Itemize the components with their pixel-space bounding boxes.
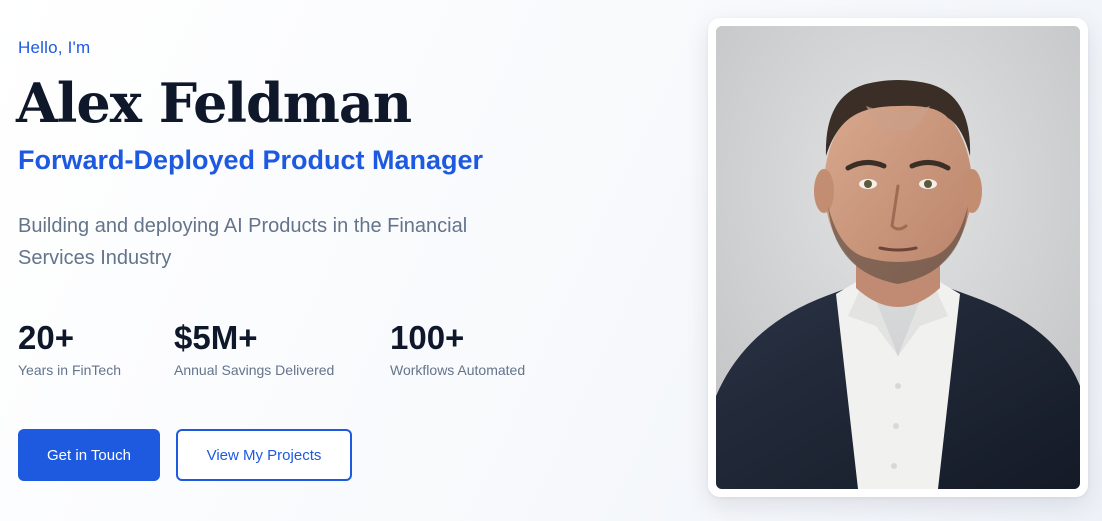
hero-role: Forward-Deployed Product Manager	[18, 145, 484, 175]
stat-years: 20+ Years in FinTech	[18, 318, 121, 378]
stat-label: Years in FinTech	[18, 362, 121, 378]
portrait-illustration	[716, 26, 1080, 489]
get-in-touch-button[interactable]: Get in Touch	[18, 429, 160, 481]
profile-photo-card	[708, 18, 1088, 497]
stat-workflows: 100+ Workflows Automated	[390, 318, 525, 378]
stats-row: 20+ Years in FinTech $5M+ Annual Savings…	[18, 318, 618, 388]
hero-name: Alex Feldman	[16, 71, 412, 135]
stat-value: 20+	[18, 319, 74, 356]
stat-value: $5M+	[174, 319, 258, 356]
stat-savings: $5M+ Annual Savings Delivered	[174, 318, 334, 378]
hero-intro: Hello, I'm Alex Feldman Forward-Deployed…	[16, 0, 638, 521]
portrait-photo	[716, 26, 1080, 489]
greeting: Hello, I'm	[18, 38, 91, 57]
stat-label: Workflows Automated	[390, 362, 526, 378]
hero-tagline: Building and deploying AI Products in th…	[18, 215, 468, 269]
stat-label: Annual Savings Delivered	[174, 362, 335, 378]
view-projects-button[interactable]: View My Projects	[176, 429, 352, 481]
stat-value: 100+	[390, 319, 465, 356]
